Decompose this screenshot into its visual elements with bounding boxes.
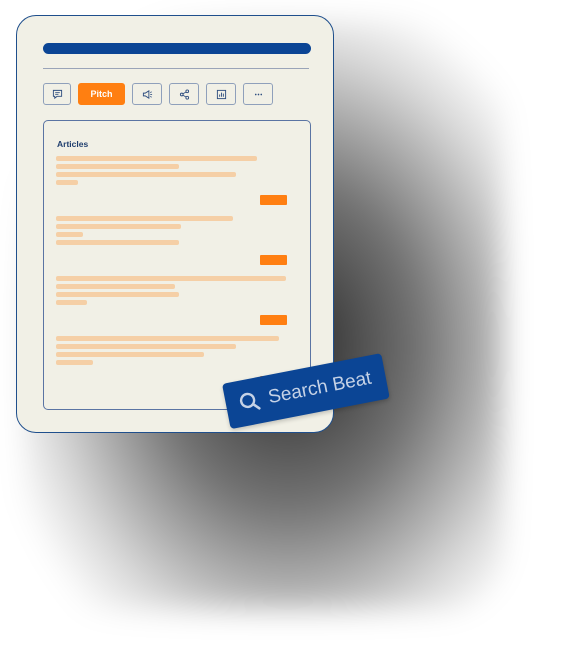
pitch-button-label: Pitch [90, 89, 113, 99]
announce-button[interactable] [132, 83, 162, 105]
articles-title: Articles [57, 139, 89, 149]
more-button[interactable] [243, 83, 273, 105]
illustration: Pitch Articles Search Beat [0, 0, 566, 654]
article-line [56, 240, 179, 245]
share-button[interactable] [169, 83, 199, 105]
chart-button[interactable] [206, 83, 236, 105]
article-tag [260, 315, 287, 325]
article-line [56, 300, 87, 305]
article-line [56, 284, 175, 289]
toolbar: Pitch [43, 83, 273, 105]
header-bar [43, 43, 311, 54]
article-line [56, 232, 83, 237]
article-line [56, 336, 279, 341]
article-tag [260, 255, 287, 265]
article-line [56, 276, 286, 281]
ellipsis-icon [254, 93, 262, 95]
pitch-button[interactable]: Pitch [78, 83, 125, 105]
share-icon [179, 88, 189, 100]
article-tag [260, 195, 287, 205]
search-beat-label: Search Beat [266, 367, 374, 409]
article-line [56, 172, 236, 177]
comment-icon [52, 89, 62, 99]
comment-button[interactable] [43, 83, 71, 105]
articles-panel: Articles [43, 120, 311, 410]
article-line [56, 216, 233, 221]
header-divider [43, 68, 309, 69]
article-line [56, 360, 93, 365]
search-icon [239, 392, 261, 410]
article-line [56, 352, 204, 357]
article-line [56, 180, 78, 185]
article-line [56, 292, 179, 297]
app-card: Pitch Articles [16, 15, 334, 433]
article-line [56, 164, 179, 169]
megaphone-icon [142, 89, 152, 99]
article-line [56, 156, 257, 161]
article-line [56, 344, 236, 349]
article-line [56, 224, 181, 229]
bar-chart-icon [216, 89, 226, 99]
